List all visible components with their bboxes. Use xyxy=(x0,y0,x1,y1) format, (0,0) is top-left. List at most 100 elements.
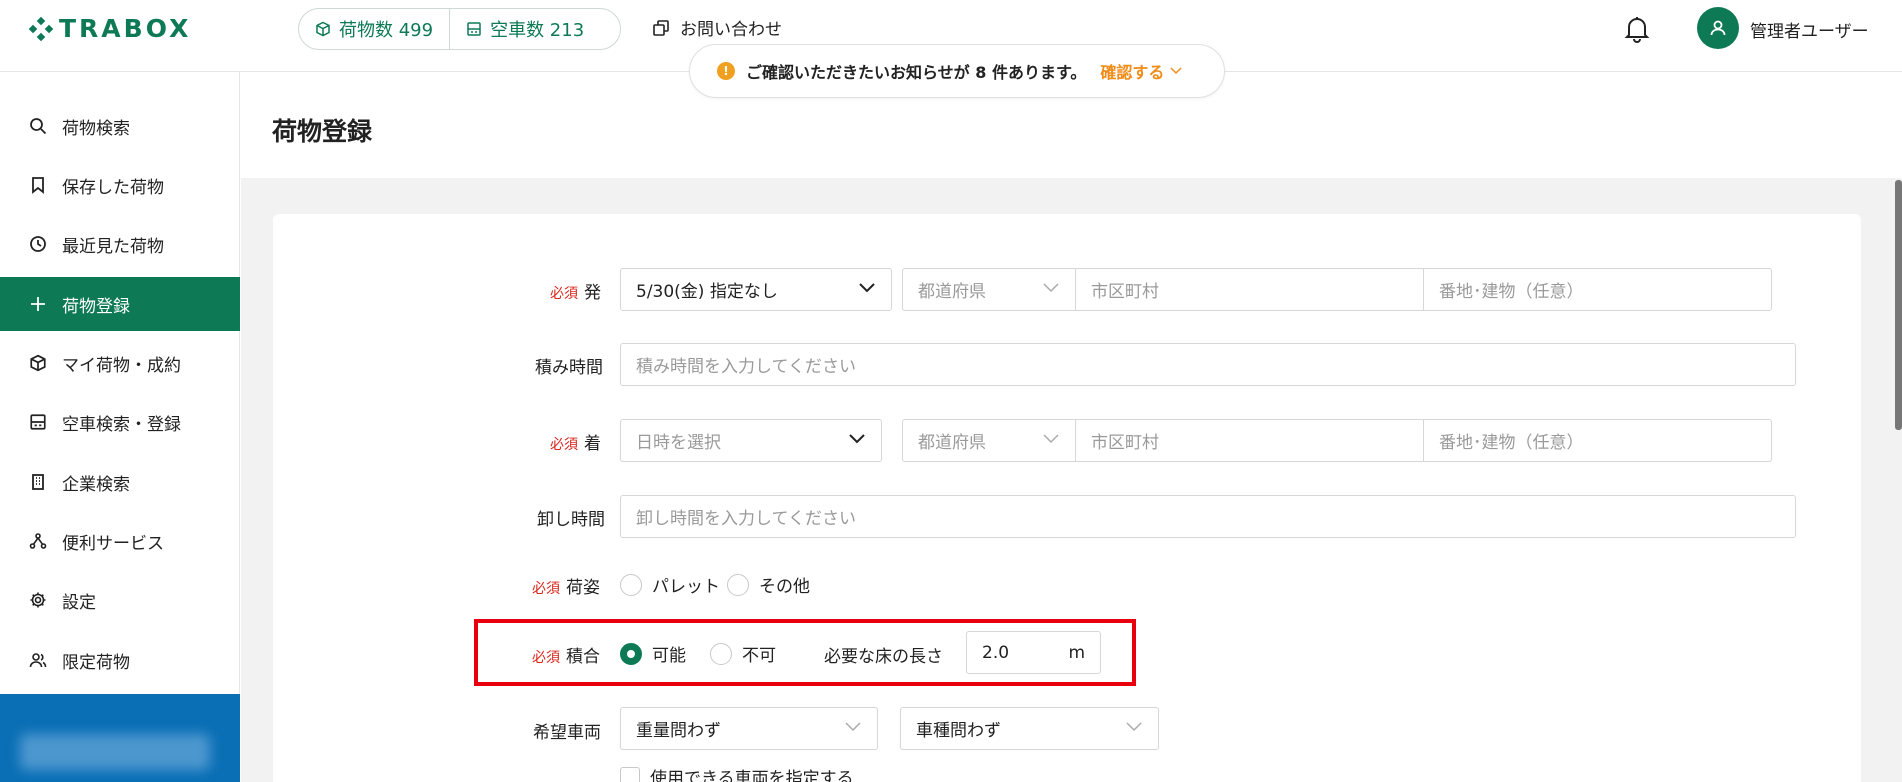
gear-icon xyxy=(30,592,46,608)
history-icon xyxy=(30,236,46,252)
departure-city-placeholder: 市区町村 xyxy=(1091,282,1159,302)
search-icon xyxy=(30,118,47,135)
packing-pallet-radio[interactable]: パレット xyxy=(620,572,720,597)
departure-label-text: 発 xyxy=(584,283,601,303)
copy-icon xyxy=(653,19,669,36)
sidebar-item-my-cargo[interactable]: マイ荷物・成約 xyxy=(0,336,240,390)
vehicle-label: 希望車両 xyxy=(533,723,601,743)
arrival-prefecture-select[interactable]: 都道府県 xyxy=(902,419,1076,462)
logo-mark-icon xyxy=(29,16,53,41)
arrival-date-select[interactable]: 日時を選択 xyxy=(620,419,882,462)
notice-banner: ! ご確認いただきたいお知らせが 8 件あります。 確認する xyxy=(689,44,1225,98)
chevron-down-icon xyxy=(845,722,861,732)
packing-other-radio[interactable]: その他 xyxy=(727,572,810,597)
floor-length-input[interactable]: 2.0 m xyxy=(966,631,1101,674)
sidebar-item-company-search[interactable]: 企業検索 xyxy=(0,455,240,509)
sidebar: 荷物検索 保存した荷物 最近見た荷物 荷物登録 マイ荷物・成約 空車検索・登録 … xyxy=(0,72,240,782)
avatar[interactable] xyxy=(1697,7,1739,49)
chevron-down-icon xyxy=(1043,434,1059,444)
checkbox-box xyxy=(620,766,640,782)
chevron-down-icon xyxy=(1043,283,1059,293)
arrival-city-placeholder: 市区町村 xyxy=(1091,433,1159,453)
radio-circle xyxy=(620,573,642,596)
notice-confirm-button[interactable]: 確認する xyxy=(1100,59,1182,83)
truck-count-label: 空車数 213 xyxy=(490,20,585,41)
info-icon: ! xyxy=(717,62,735,80)
cargo-count-label: 荷物数 499 xyxy=(339,20,434,41)
specify-vehicle-label: 使用できる車両を指定する xyxy=(650,769,854,782)
arrival-date-placeholder: 日時を選択 xyxy=(636,433,721,453)
departure-city-input[interactable]: 市区町村 xyxy=(1076,268,1424,311)
packing-label-text: 荷姿 xyxy=(566,578,600,598)
sidebar-item-recent-cargo[interactable]: 最近見た荷物 xyxy=(0,217,240,271)
sidebar-item-label: 限定荷物 xyxy=(62,652,130,673)
sidebar-item-label: 荷物登録 xyxy=(62,296,130,317)
departure-address-placeholder: 番地･建物（任意） xyxy=(1439,282,1584,302)
consolidation-yes-radio[interactable]: 可能 xyxy=(620,641,686,666)
bookmark-icon xyxy=(32,177,44,194)
sidebar-banner[interactable] xyxy=(0,694,240,782)
sidebar-item-truck-search[interactable]: 空車検索・登録 xyxy=(0,395,240,449)
vehicle-type-select[interactable]: 車種問わず xyxy=(900,707,1159,750)
specify-vehicle-checkbox[interactable]: 使用できる車両を指定する xyxy=(620,764,854,782)
notice-confirm-label: 確認する xyxy=(1100,63,1165,82)
required-badge: 必須 xyxy=(532,650,560,666)
arrival-label-text: 着 xyxy=(584,434,601,454)
unloading-time-placeholder: 卸し時間を入力してください xyxy=(636,509,856,529)
consolidation-no-label: 不可 xyxy=(742,646,776,666)
sidebar-item-services[interactable]: 便利サービス xyxy=(0,514,240,568)
floor-length-value: 2.0 xyxy=(982,642,1010,663)
radio-circle xyxy=(727,573,749,596)
packing-other-label: その他 xyxy=(759,577,810,597)
required-badge: 必須 xyxy=(550,437,578,453)
consolidation-yes-label: 可能 xyxy=(652,646,686,666)
loading-time-input[interactable]: 積み時間を入力してください xyxy=(620,343,1796,386)
chevron-down-icon xyxy=(1170,67,1182,75)
truck-count[interactable]: 空車数 213 xyxy=(449,9,600,49)
trabox-logo[interactable]: TRABOX xyxy=(29,14,191,43)
departure-date-value: 5/30(金) 指定なし xyxy=(636,282,778,302)
sidebar-item-label: 空車検索・登録 xyxy=(62,414,181,435)
page-title: 荷物登録 xyxy=(272,117,373,146)
packing-label: 必須 荷姿 xyxy=(532,573,600,598)
sidebar-item-cargo-registration[interactable]: 荷物登録 xyxy=(0,277,240,331)
cube-icon xyxy=(316,21,330,37)
chevron-down-icon xyxy=(849,434,865,444)
arrival-address-placeholder: 番地･建物（任意） xyxy=(1439,433,1584,453)
sidebar-item-cargo-search[interactable]: 荷物検索 xyxy=(0,99,240,153)
departure-prefecture-select[interactable]: 都道府県 xyxy=(902,268,1076,311)
chevron-down-icon xyxy=(1126,722,1142,732)
sidebar-item-label: 保存した荷物 xyxy=(62,177,164,198)
contact-link[interactable]: お問い合わせ xyxy=(652,15,782,40)
loading-time-placeholder: 積み時間を入力してください xyxy=(636,357,856,377)
user-name[interactable]: 管理者ユーザー xyxy=(1750,17,1869,42)
sidebar-item-settings[interactable]: 設定 xyxy=(0,573,240,627)
people-icon xyxy=(29,653,47,668)
building-icon xyxy=(32,474,44,490)
required-badge: 必須 xyxy=(550,286,578,302)
departure-date-select[interactable]: 5/30(金) 指定なし xyxy=(620,268,892,311)
arrival-city-input[interactable]: 市区町村 xyxy=(1076,419,1424,462)
unloading-time-input[interactable]: 卸し時間を入力してください xyxy=(620,495,1796,538)
floor-length-unit: m xyxy=(1068,642,1085,663)
consolidation-label: 必須 積合 xyxy=(532,642,600,667)
packing-pallet-label: パレット xyxy=(652,577,720,597)
cargo-count[interactable]: 荷物数 499 xyxy=(299,9,449,49)
required-badge: 必須 xyxy=(532,581,560,597)
network-icon xyxy=(29,533,47,549)
notice-message: ご確認いただきたいお知らせが 8 件あります。 xyxy=(746,63,1087,82)
sidebar-item-limited-cargo[interactable]: 限定荷物 xyxy=(0,633,240,687)
floor-length-label: 必要な床の長さ xyxy=(824,647,943,667)
vehicle-weight-select[interactable]: 重量問わず xyxy=(620,707,878,750)
radio-circle-selected xyxy=(620,642,642,665)
sidebar-item-saved-cargo[interactable]: 保存した荷物 xyxy=(0,158,240,212)
consolidation-no-radio[interactable]: 不可 xyxy=(710,641,776,666)
sidebar-item-label: 最近見た荷物 xyxy=(62,236,164,257)
scrollbar[interactable] xyxy=(1895,180,1902,430)
bell-icon[interactable] xyxy=(1624,15,1650,43)
arrival-address-input[interactable]: 番地･建物（任意） xyxy=(1424,419,1772,462)
departure-address-input[interactable]: 番地･建物（任意） xyxy=(1424,268,1772,311)
sidebar-item-label: マイ荷物・成約 xyxy=(62,355,181,376)
sidebar-item-label: 企業検索 xyxy=(62,474,130,495)
sidebar-item-label: 便利サービス xyxy=(62,533,164,554)
